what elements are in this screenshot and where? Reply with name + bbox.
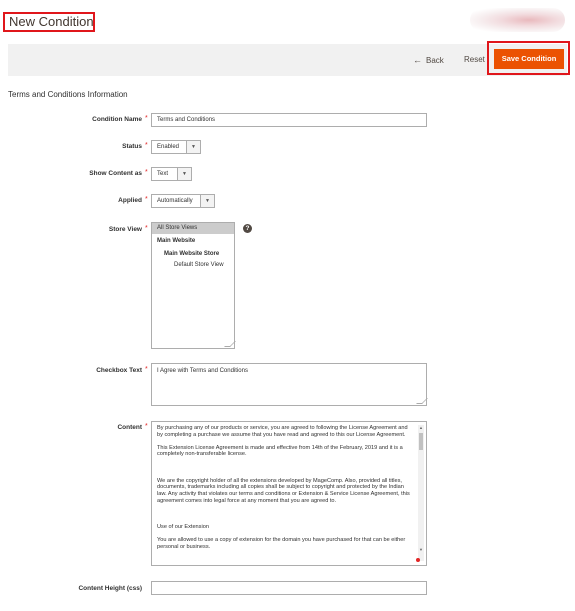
caret-down-icon: ▼ bbox=[186, 141, 200, 153]
content-paragraph: Use of our Extension bbox=[157, 523, 209, 530]
applied-select[interactable]: Automatically ▼ bbox=[151, 194, 215, 208]
condition-name-label: Condition Name bbox=[92, 116, 142, 123]
checkbox-text-label: Checkbox Text bbox=[96, 367, 142, 374]
caret-down-icon: ▼ bbox=[177, 168, 191, 180]
required-mark: * bbox=[145, 169, 148, 176]
status-select[interactable]: Enabled ▼ bbox=[151, 140, 201, 154]
checkbox-text-value: I Agree with Terms and Conditions bbox=[157, 368, 248, 374]
arrow-left-icon: ← bbox=[413, 55, 422, 65]
page-title: New Condition bbox=[3, 12, 95, 32]
content-paragraph bbox=[157, 465, 412, 472]
resize-handle-icon[interactable] bbox=[416, 398, 428, 404]
store-view-option-website[interactable]: Main Website bbox=[157, 238, 195, 244]
store-view-multiselect[interactable]: All Store Views Main Website Main Websit… bbox=[151, 222, 236, 349]
required-mark: * bbox=[145, 366, 148, 373]
reset-button[interactable]: Reset bbox=[464, 55, 485, 64]
status-label: Status bbox=[122, 143, 142, 150]
scroll-down-icon[interactable]: ▼ bbox=[418, 547, 424, 553]
content-height-label: Content Height (css) bbox=[78, 585, 142, 592]
help-icon[interactable]: ? bbox=[243, 224, 252, 233]
resize-handle-icon[interactable] bbox=[224, 341, 236, 347]
content-paragraph: We are the copyright holder of all the e… bbox=[157, 477, 410, 504]
required-mark: * bbox=[145, 225, 148, 232]
condition-name-input[interactable]: Terms and Conditions bbox=[151, 113, 427, 127]
store-view-option-all[interactable]: All Store Views bbox=[152, 223, 234, 234]
save-condition-button[interactable]: Save Condition bbox=[494, 49, 564, 69]
content-textarea[interactable]: By purchasing any of our products or ser… bbox=[151, 421, 427, 566]
required-mark: * bbox=[145, 142, 148, 149]
content-paragraph: By purchasing any of our products or ser… bbox=[157, 425, 408, 438]
content-scrollbar[interactable]: ▲ ▼ bbox=[418, 425, 424, 561]
content-paragraph: This Extension License Agreement is made… bbox=[157, 444, 403, 458]
caret-down-icon: ▼ bbox=[200, 195, 214, 207]
applied-value: Automatically bbox=[157, 198, 193, 204]
content-height-input[interactable] bbox=[151, 581, 427, 595]
show-content-as-label: Show Content as bbox=[89, 170, 142, 177]
content-paragraph bbox=[157, 511, 412, 518]
applied-label: Applied bbox=[118, 197, 142, 204]
checkbox-text-textarea[interactable]: I Agree with Terms and Conditions bbox=[151, 363, 428, 406]
show-content-as-select[interactable]: Text ▼ bbox=[151, 167, 192, 181]
content-text: By purchasing any of our products or ser… bbox=[157, 425, 412, 557]
back-button[interactable]: ← Back bbox=[413, 55, 444, 65]
required-mark: * bbox=[145, 423, 148, 430]
required-mark: * bbox=[145, 115, 148, 122]
store-view-label: Store View bbox=[108, 226, 142, 233]
show-content-as-value: Text bbox=[157, 171, 169, 177]
store-view-option-store[interactable]: Main Website Store bbox=[164, 251, 219, 257]
required-mark: * bbox=[145, 196, 148, 203]
store-view-option-default[interactable]: Default Store View bbox=[174, 262, 224, 268]
user-avatar[interactable] bbox=[470, 8, 565, 32]
content-label: Content bbox=[117, 424, 142, 431]
content-paragraph: You are allowed to use a copy of extensi… bbox=[157, 537, 406, 550]
back-button-label: Back bbox=[426, 56, 444, 65]
scroll-up-icon[interactable]: ▲ bbox=[418, 425, 424, 431]
section-title: Terms and Conditions Information bbox=[8, 90, 128, 99]
spellcheck-indicator-icon bbox=[416, 558, 420, 562]
scrollbar-thumb[interactable] bbox=[419, 433, 423, 450]
status-value: Enabled bbox=[157, 144, 180, 150]
